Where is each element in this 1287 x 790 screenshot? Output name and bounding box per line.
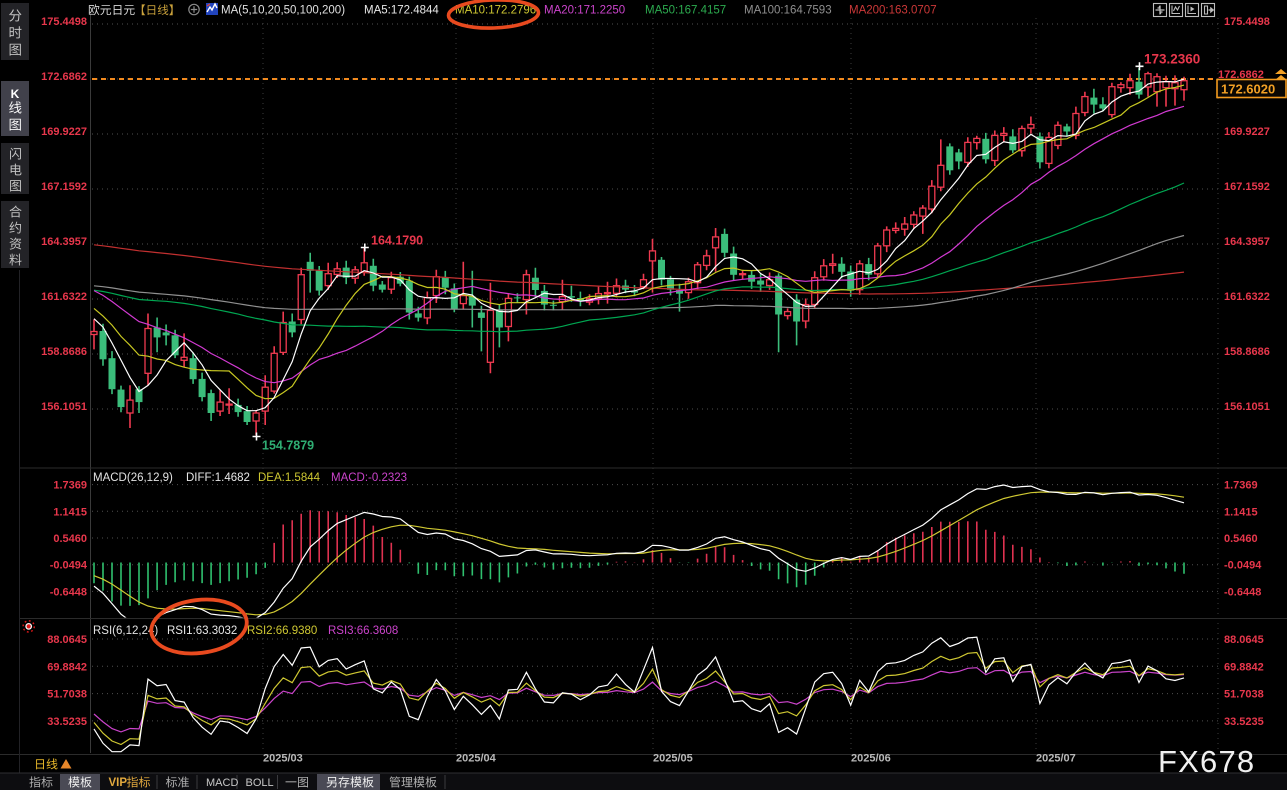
svg-text:33.5235: 33.5235 [1224, 716, 1264, 728]
svg-text:158.8686: 158.8686 [1224, 346, 1270, 358]
svg-text:RSI2:66.9380: RSI2:66.9380 [247, 625, 317, 637]
svg-text:2025/04: 2025/04 [456, 753, 497, 765]
svg-text:175.4498: 175.4498 [1224, 16, 1270, 28]
svg-text:164.3957: 164.3957 [41, 236, 87, 248]
svg-text:MA10:172.2796: MA10:172.2796 [455, 5, 536, 17]
svg-text:0.5460: 0.5460 [1224, 533, 1258, 545]
svg-text:MA(5,10,20,50,100,200): MA(5,10,20,50,100,200) [221, 5, 345, 17]
svg-text:69.8842: 69.8842 [47, 661, 87, 673]
svg-text:161.6322: 161.6322 [1224, 291, 1270, 303]
svg-text:RSI(6,12,24): RSI(6,12,24) [93, 625, 158, 637]
svg-text:0.5460: 0.5460 [53, 533, 87, 545]
svg-text:BOLL: BOLL [246, 777, 274, 789]
svg-text:RSI1:63.3032: RSI1:63.3032 [167, 625, 237, 637]
svg-text:DIFF:1.4682: DIFF:1.4682 [186, 472, 250, 484]
svg-text:51.7038: 51.7038 [1224, 689, 1264, 701]
svg-text:167.1592: 167.1592 [1224, 181, 1270, 193]
svg-text:RSI3:66.3608: RSI3:66.3608 [328, 625, 398, 637]
svg-text:VIP: VIP [109, 777, 128, 789]
svg-text:-0.6448: -0.6448 [1224, 586, 1261, 598]
svg-text:2025/07: 2025/07 [1036, 753, 1076, 765]
svg-text:2025/03: 2025/03 [263, 753, 303, 765]
svg-text:51.7038: 51.7038 [47, 689, 87, 701]
svg-text:88.0645: 88.0645 [47, 634, 87, 646]
svg-text:154.7879: 154.7879 [262, 439, 314, 453]
svg-text:69.8842: 69.8842 [1224, 661, 1264, 673]
svg-text:MACD: MACD [206, 777, 238, 789]
svg-text:MA200:163.0707: MA200:163.0707 [849, 5, 937, 17]
svg-text:172.6020: 172.6020 [1221, 82, 1275, 97]
svg-text:158.8686: 158.8686 [41, 346, 87, 358]
svg-text:1.1415: 1.1415 [1224, 506, 1258, 518]
svg-text:156.1051: 156.1051 [41, 401, 87, 413]
svg-text:161.6322: 161.6322 [41, 291, 87, 303]
svg-text:88.0645: 88.0645 [1224, 634, 1264, 646]
svg-text:-0.0494: -0.0494 [1224, 560, 1262, 572]
svg-text:173.2360: 173.2360 [1144, 52, 1200, 67]
svg-text:164.1790: 164.1790 [371, 234, 423, 248]
svg-text:MACD:-0.2323: MACD:-0.2323 [331, 472, 407, 484]
svg-text:1.1415: 1.1415 [53, 506, 87, 518]
svg-text:169.9227: 169.9227 [1224, 126, 1270, 138]
svg-text:MACD(26,12,9): MACD(26,12,9) [93, 472, 173, 484]
svg-text:2025/05: 2025/05 [653, 753, 693, 765]
svg-text:DEA:1.5844: DEA:1.5844 [258, 472, 321, 484]
svg-text:1.7369: 1.7369 [53, 480, 87, 492]
svg-text:156.1051: 156.1051 [1224, 401, 1270, 413]
svg-text:K: K [11, 87, 20, 101]
svg-text:MA20:171.2250: MA20:171.2250 [544, 5, 625, 17]
svg-text:164.3957: 164.3957 [1224, 236, 1270, 248]
svg-text:MA50:167.4157: MA50:167.4157 [645, 5, 726, 17]
svg-text:33.5235: 33.5235 [47, 716, 87, 728]
svg-text:1.7369: 1.7369 [1224, 480, 1258, 492]
svg-text:167.1592: 167.1592 [41, 181, 87, 193]
svg-text:172.6862: 172.6862 [41, 71, 87, 83]
svg-text:169.9227: 169.9227 [41, 126, 87, 138]
svg-text:-0.0494: -0.0494 [50, 560, 88, 572]
svg-text:175.4498: 175.4498 [41, 16, 87, 28]
svg-text:MA100:164.7593: MA100:164.7593 [744, 5, 832, 17]
svg-text:2025/06: 2025/06 [851, 753, 891, 765]
svg-text:MA5:172.4844: MA5:172.4844 [364, 5, 439, 17]
svg-text:-0.6448: -0.6448 [50, 586, 87, 598]
